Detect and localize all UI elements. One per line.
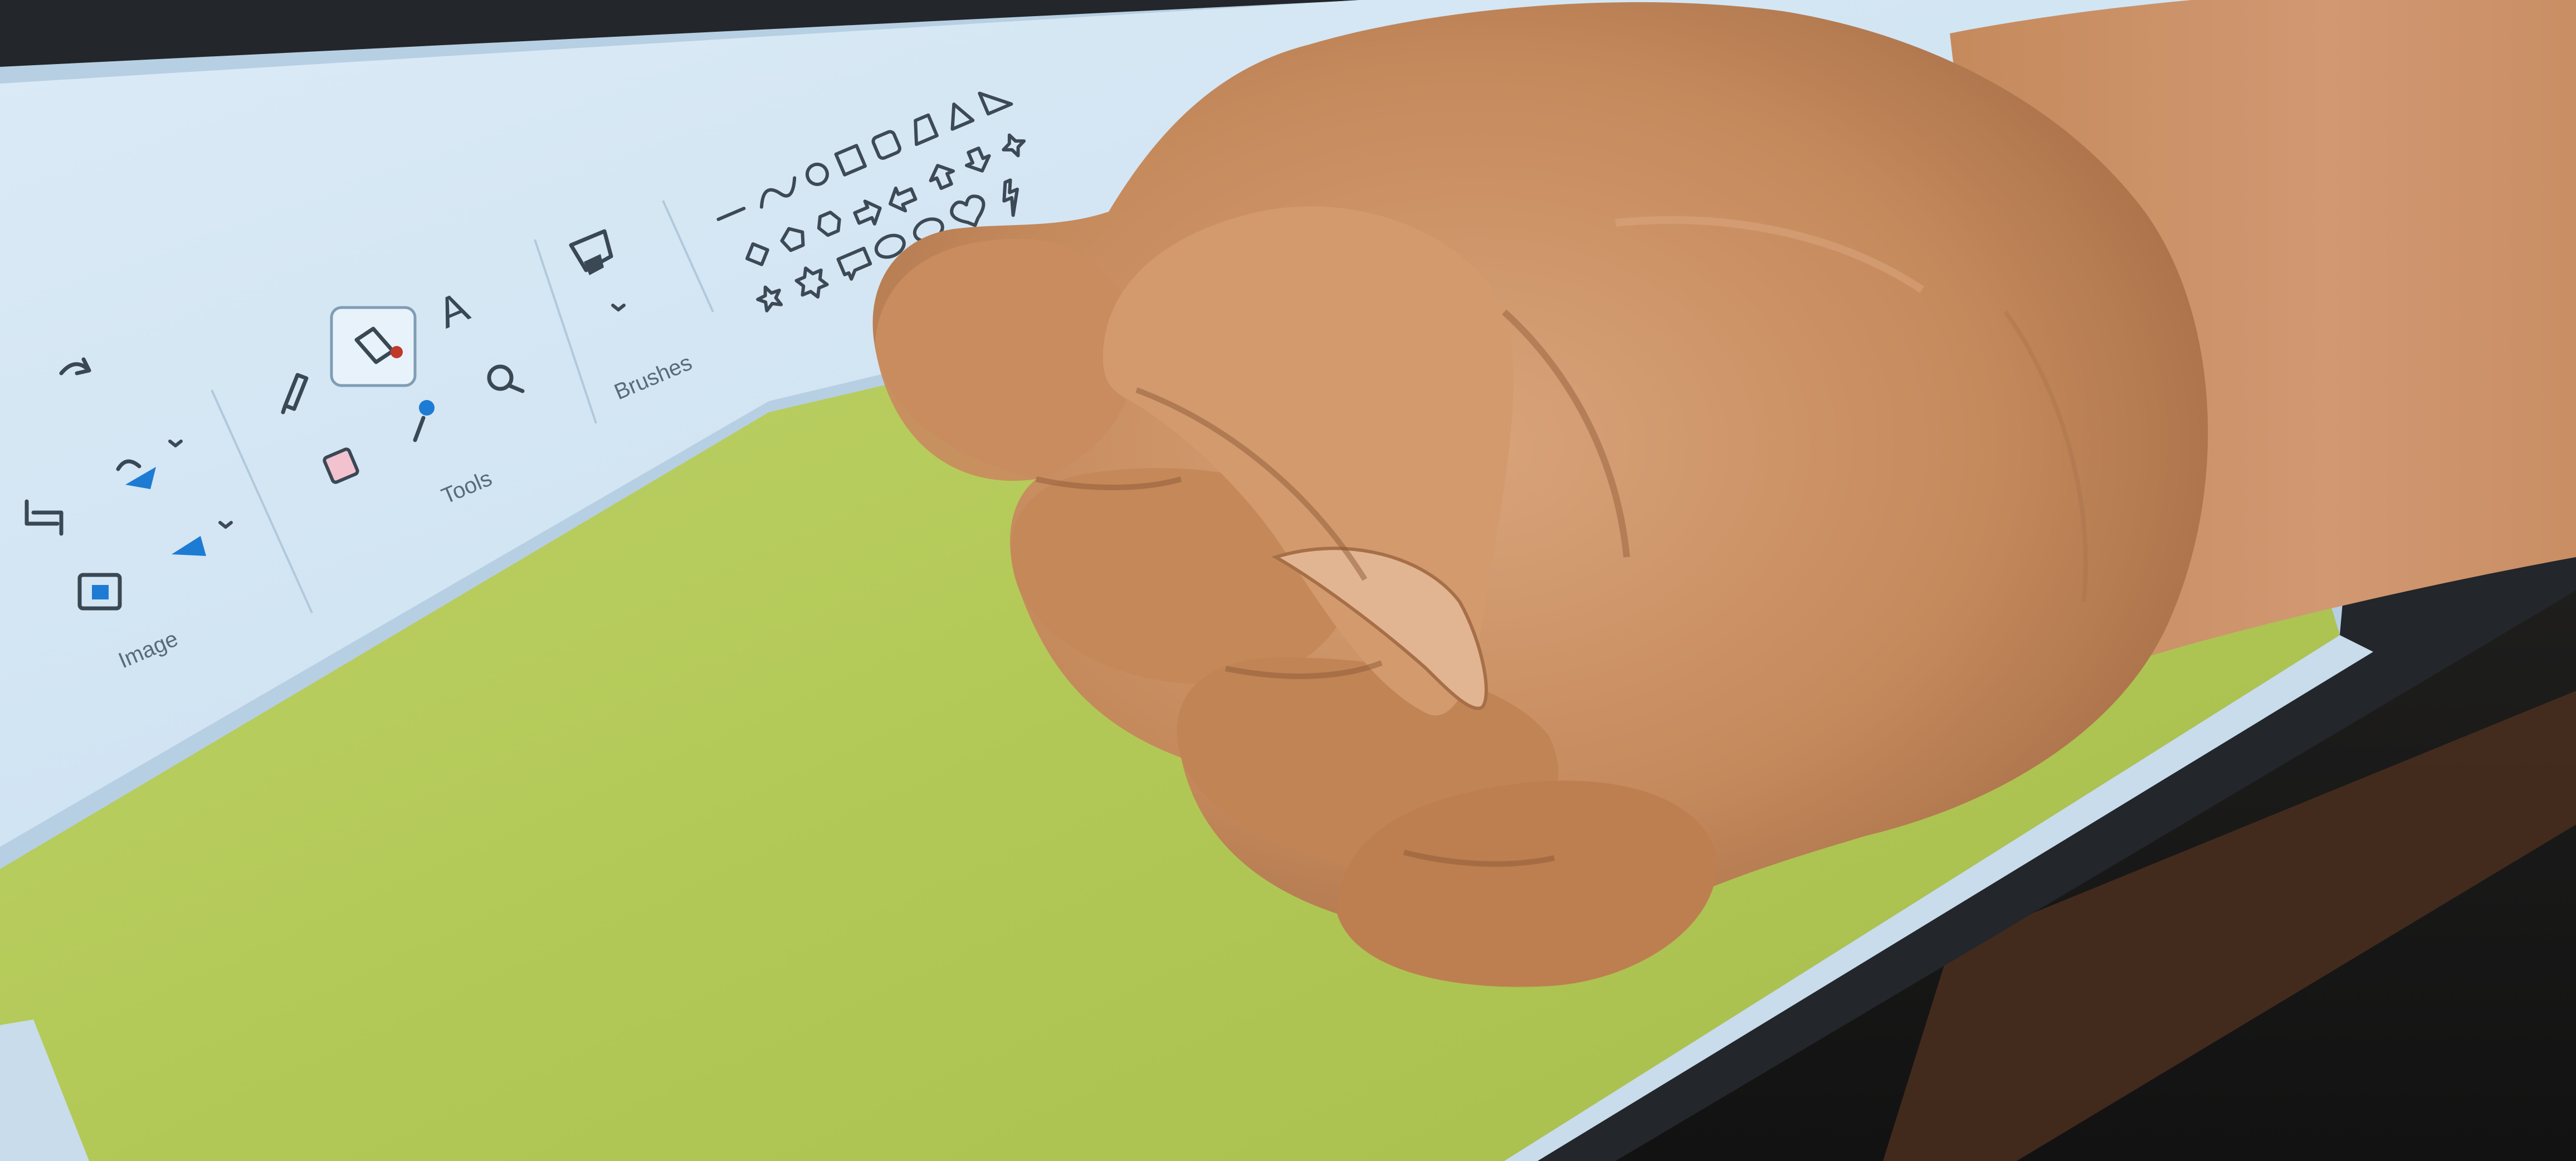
photo-stage: Image A Tools Brushes bbox=[0, 0, 2576, 1161]
photo-scene: Image A Tools Brushes bbox=[0, 0, 2576, 1161]
fill-icon[interactable] bbox=[330, 306, 417, 387]
